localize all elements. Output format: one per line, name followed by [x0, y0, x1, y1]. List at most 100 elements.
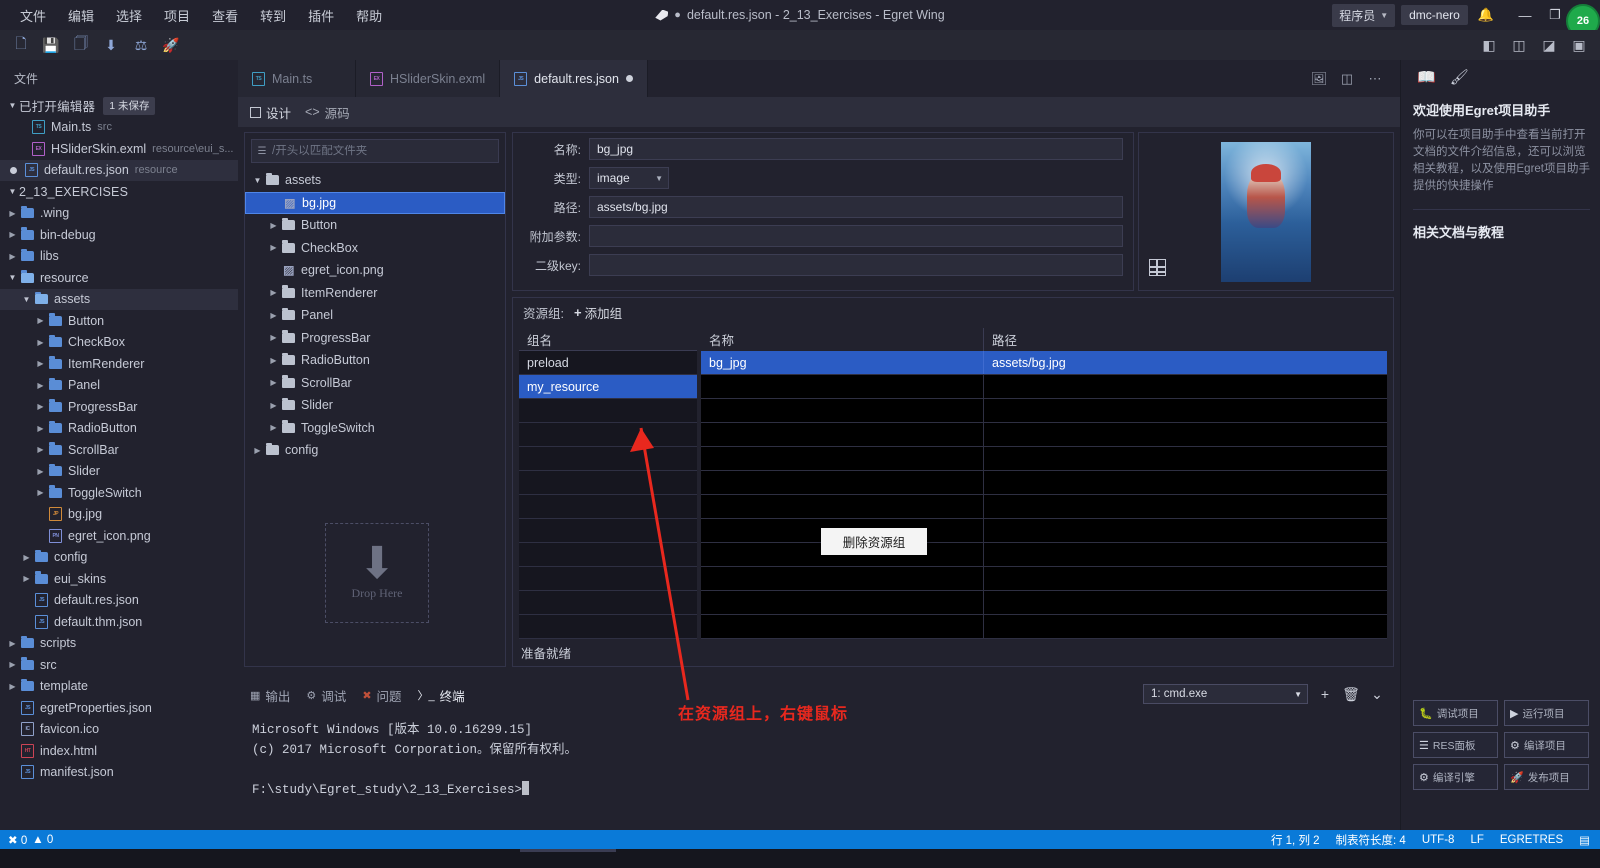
resource-node-toggleswitch[interactable]: ▶ ToggleSwitch [245, 417, 505, 440]
tab-output[interactable]: ▦ 输出 [250, 686, 290, 705]
group-row[interactable]: preload [519, 351, 697, 375]
tab-hsliderskin-exml[interactable]: EX HSliderSkin.exml [356, 60, 501, 97]
explorer-node-template[interactable]: ▶ template [0, 676, 238, 698]
grid-toggle-icon[interactable] [1149, 259, 1166, 276]
layout-panel-icon[interactable]: ◫ [1506, 33, 1532, 57]
item-row[interactable]: bg_jpg assets/bg.jpg [701, 351, 1387, 375]
menu-file[interactable]: 文件 [10, 2, 56, 29]
name-field[interactable]: bg_jpg [589, 138, 1123, 160]
group-row[interactable] [519, 591, 697, 615]
resource-node-slider[interactable]: ▶ Slider [245, 394, 505, 417]
explorer-node-libs[interactable]: ▶ libs [0, 246, 238, 268]
explorer-node-resource[interactable]: ▼ resource [0, 267, 238, 289]
group-row[interactable] [519, 519, 697, 543]
explorer-node-radiobutton[interactable]: ▶ RadioButton [0, 418, 238, 440]
resource-node-scrollbar[interactable]: ▶ ScrollBar [245, 372, 505, 395]
group-row[interactable] [519, 567, 697, 591]
open-editors-header[interactable]: ▼ 已打开编辑器 1 未保存 [0, 95, 238, 117]
explorer-node-eui_skins[interactable]: ▶ eui_skins [0, 568, 238, 590]
cursor-position[interactable]: 行 1, 列 2 [1271, 832, 1320, 848]
subkey-field[interactable] [589, 254, 1123, 276]
debug-project-button[interactable]: 🐛 调试项目 [1413, 700, 1498, 726]
resource-node-radiobutton[interactable]: ▶ RadioButton [245, 349, 505, 372]
open-editor-default-res-json[interactable]: JS default.res.json resource [0, 159, 238, 181]
build-icon[interactable]: ⚖ [128, 33, 154, 57]
item-row[interactable] [701, 543, 1387, 567]
account-chip[interactable]: dmc-nero [1401, 5, 1468, 25]
tab-main-ts[interactable]: TS Main.ts [238, 60, 356, 97]
resource-node-button[interactable]: ▶ Button [245, 214, 505, 237]
explorer-node-config[interactable]: ▶ config [0, 547, 238, 569]
minimize-button[interactable]: — [1510, 0, 1540, 30]
save-icon[interactable]: 💾 [38, 33, 64, 57]
explorer-node-toggleswitch[interactable]: ▶ ToggleSwitch [0, 482, 238, 504]
explorer-node-progressbar[interactable]: ▶ ProgressBar [0, 396, 238, 418]
explorer-node-egretproperties.json[interactable]: JS egretProperties.json [0, 697, 238, 719]
notifications-bell-icon[interactable]: 🔔 [1478, 7, 1494, 23]
resource-node-checkbox[interactable]: ▶ CheckBox [245, 237, 505, 260]
feedback-icon[interactable]: ▤ [1579, 833, 1590, 847]
resource-search-bar[interactable]: ☰ [251, 139, 499, 163]
item-row[interactable] [701, 519, 1387, 543]
tab-terminal[interactable]: 〉_ 终端 [418, 686, 465, 705]
explorer-node-src[interactable]: ▶ src [0, 654, 238, 676]
explorer-node-bin-debug[interactable]: ▶ bin-debug [0, 224, 238, 246]
menu-goto[interactable]: 转到 [250, 2, 296, 29]
path-field[interactable]: assets/bg.jpg [589, 196, 1123, 218]
explorer-node-favicon.ico[interactable]: IC favicon.ico [0, 719, 238, 741]
open-editor-main-ts[interactable]: TS Main.ts src [0, 117, 238, 139]
resource-node-egret_icon.png[interactable]: ▨ egret_icon.png [245, 259, 505, 282]
new-file-icon[interactable]: 🗋 [8, 33, 34, 57]
resource-node-config[interactable]: ▶ config [245, 439, 505, 462]
explorer-node-button[interactable]: ▶ Button [0, 310, 238, 332]
layout-right-icon[interactable]: ◪ [1536, 33, 1562, 57]
explorer-node-scripts[interactable]: ▶ scripts [0, 633, 238, 655]
item-row[interactable] [701, 423, 1387, 447]
encoding[interactable]: UTF-8 [1422, 834, 1455, 846]
tab-problems[interactable]: ✖ 问题 [362, 686, 401, 705]
explorer-node-bg.jpg[interactable]: JP bg.jpg [0, 504, 238, 526]
item-row[interactable] [701, 399, 1387, 423]
group-row[interactable] [519, 543, 697, 567]
menu-help[interactable]: 帮助 [346, 2, 392, 29]
group-row[interactable] [519, 423, 697, 447]
tab-default-res-json[interactable]: JS default.res.json [500, 60, 648, 97]
group-row[interactable] [519, 615, 697, 639]
line-ending[interactable]: LF [1470, 834, 1483, 846]
compile-engine-button[interactable]: ⚙ 编译引擎 [1413, 764, 1498, 790]
preview-icon[interactable]: 🖼 [1306, 66, 1332, 92]
compile-project-button[interactable]: ⚙ 编译项目 [1504, 732, 1589, 758]
error-count-item[interactable]: ✖ 0 [8, 833, 27, 847]
layout-full-icon[interactable]: ▣ [1566, 33, 1592, 57]
tab-size[interactable]: 制表符长度: 4 [1336, 832, 1406, 848]
group-row[interactable]: my_resource [519, 375, 697, 399]
explorer-node-default.thm.json[interactable]: JS default.thm.json [0, 611, 238, 633]
menu-select[interactable]: 选择 [106, 2, 152, 29]
item-row[interactable] [701, 567, 1387, 591]
item-row[interactable] [701, 495, 1387, 519]
language-mode[interactable]: EGRETRES [1500, 834, 1563, 846]
resource-node-itemrenderer[interactable]: ▶ ItemRenderer [245, 282, 505, 305]
add-group-button[interactable]: + 添加组 [574, 303, 622, 322]
group-row[interactable] [519, 447, 697, 471]
split-editor-icon[interactable]: ◫ [1334, 66, 1360, 92]
tab-source[interactable]: <> 源码 [305, 103, 350, 122]
drop-zone[interactable]: ⬇ Drop Here [325, 523, 429, 623]
menu-project[interactable]: 项目 [154, 2, 200, 29]
group-row[interactable] [519, 471, 697, 495]
explorer-node-slider[interactable]: ▶ Slider [0, 461, 238, 483]
terminal-select[interactable]: 1: cmd.exe ▼ [1143, 684, 1308, 704]
explorer-node-egret_icon.png[interactable]: PN egret_icon.png [0, 525, 238, 547]
run-project-button[interactable]: ▶ 运行项目 [1504, 700, 1589, 726]
explorer-node-assets[interactable]: ▼ assets [0, 288, 238, 310]
project-root-header[interactable]: ▼ 2_13_EXERCISES [0, 181, 238, 203]
menu-plugins[interactable]: 插件 [298, 2, 344, 29]
collapse-panel-icon[interactable]: ⌄ [1368, 686, 1386, 703]
add-terminal-icon[interactable]: + [1316, 686, 1334, 702]
more-actions-icon[interactable]: ⋯ [1362, 66, 1388, 92]
tab-design[interactable]: 设计 [250, 103, 291, 122]
item-row[interactable] [701, 447, 1387, 471]
resource-node-progressbar[interactable]: ▶ ProgressBar [245, 327, 505, 350]
resource-node-panel[interactable]: ▶ Panel [245, 304, 505, 327]
resource-node-bg.jpg[interactable]: ▨ bg.jpg [245, 191, 505, 214]
